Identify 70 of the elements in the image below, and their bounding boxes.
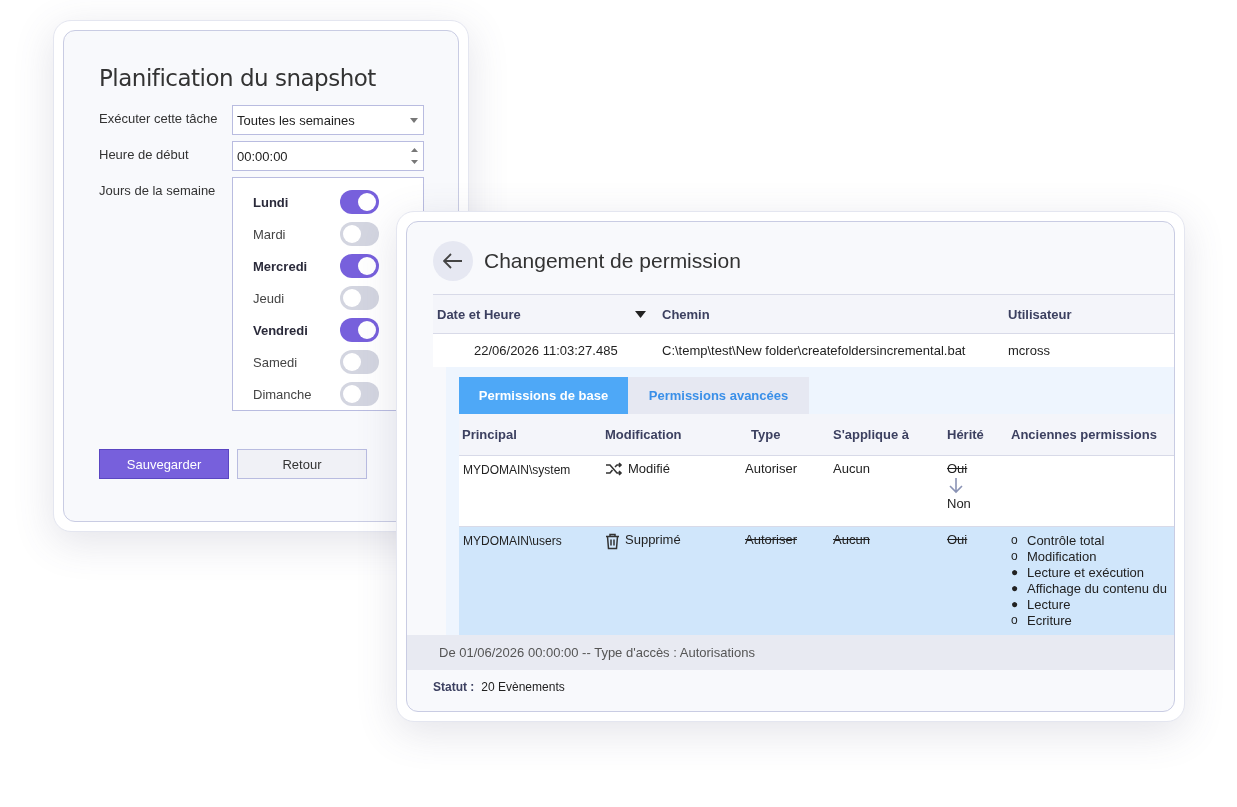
save-button[interactable]: Sauvegarder bbox=[99, 449, 229, 479]
field-label: Jours de la semaine bbox=[99, 182, 217, 198]
permission-item: Ecriture bbox=[1027, 612, 1072, 628]
back-button[interactable]: Retour bbox=[237, 449, 367, 479]
back-arrow-icon bbox=[443, 253, 463, 269]
dropdown-caret-icon bbox=[410, 117, 418, 123]
permission-item: Lecture et exécution bbox=[1027, 564, 1145, 580]
day-label: Mercredi bbox=[253, 258, 309, 274]
table-cell: mcross bbox=[1008, 342, 1050, 358]
column-header[interactable]: Chemin bbox=[662, 306, 710, 322]
column-header: Type bbox=[751, 427, 781, 442]
table-cell: Autoriser bbox=[745, 532, 798, 547]
column-header: S'applique à bbox=[833, 427, 910, 442]
toggle-switch[interactable] bbox=[340, 318, 379, 342]
table-cell: MYDOMAIN\users bbox=[463, 534, 562, 548]
bullet-marker: o bbox=[1011, 613, 1019, 627]
column-header[interactable]: Date et Heure bbox=[437, 306, 521, 322]
permission-item: Contrôle total bbox=[1027, 532, 1105, 548]
table-cell: MYDOMAIN\system bbox=[463, 463, 571, 477]
permission-item: Affichage du contenu du bbox=[1027, 580, 1167, 596]
field-label: Exécuter cette tâche bbox=[99, 110, 219, 126]
dialog-title: Planification du snapshot bbox=[99, 65, 377, 91]
column-header: Anciennes permissions bbox=[1011, 427, 1157, 442]
toggle-switch[interactable] bbox=[340, 254, 379, 278]
table-cell: Supprimé bbox=[625, 532, 681, 547]
bullet-marker: o bbox=[1011, 549, 1019, 563]
shuffle-icon bbox=[605, 462, 623, 476]
bullet-marker: ● bbox=[1011, 565, 1019, 579]
sort-caret-icon[interactable] bbox=[635, 310, 646, 318]
table-cell: Autoriser bbox=[745, 461, 798, 476]
frequency-dropdown[interactable]: Toutes les semaines bbox=[232, 105, 424, 135]
day-label: Dimanche bbox=[253, 386, 313, 402]
toggle-switch[interactable] bbox=[340, 382, 379, 406]
column-header: Hérité bbox=[947, 427, 984, 442]
permission-row[interactable]: MYDOMAIN\users Supprimé Autoriser Aucun Oui o Contrôle total o Modification ● Lecture et exécution ● Affichage du contenu du ● Lecture o Ecriture bbox=[459, 527, 1174, 635]
panel-title: Changement de permission bbox=[484, 249, 741, 273]
old-value: Oui bbox=[947, 532, 968, 547]
toggle-switch[interactable] bbox=[340, 222, 379, 246]
bullet-marker: ● bbox=[1011, 597, 1019, 611]
day-label: Samedi bbox=[253, 354, 299, 370]
toggle-switch[interactable] bbox=[340, 286, 379, 310]
column-header[interactable]: Utilisateur bbox=[1008, 306, 1072, 322]
back-button[interactable] bbox=[433, 241, 473, 281]
column-header: Principal bbox=[462, 427, 517, 442]
new-value: Non bbox=[947, 496, 971, 511]
toggle-switch[interactable] bbox=[340, 190, 379, 214]
old-value: Oui bbox=[947, 461, 968, 476]
table-cell: Modifié bbox=[628, 461, 670, 476]
table-cell: 22/06/2026 11:03:27.485 bbox=[474, 342, 618, 358]
toggle-switch[interactable] bbox=[340, 350, 379, 374]
spinner-arrows-icon bbox=[411, 147, 418, 165]
trash-icon bbox=[605, 533, 620, 550]
filter-text: De 01/06/2026 00:00:00 -- Type d'accès : Autorisations bbox=[439, 645, 755, 660]
time-spinner-field[interactable]: 00:00:00 bbox=[232, 141, 424, 171]
table-cell: Aucun bbox=[833, 532, 870, 547]
status-value: 20 Evènements bbox=[481, 680, 565, 694]
permission-item: Lecture bbox=[1027, 596, 1071, 612]
day-label: Lundi bbox=[253, 194, 290, 210]
column-header: Modification bbox=[605, 427, 682, 442]
day-label: Jeudi bbox=[253, 290, 286, 306]
table-cell: Aucun bbox=[833, 461, 870, 476]
field-label: Heure de début bbox=[99, 146, 190, 162]
bullet-marker: ● bbox=[1011, 581, 1019, 595]
down-arrow-icon bbox=[949, 478, 963, 494]
permission-item: Modification bbox=[1027, 548, 1097, 564]
day-label: Mardi bbox=[253, 226, 287, 242]
day-label: Vendredi bbox=[253, 322, 309, 338]
table-cell: C:\temp\test\New folder\createfoldersincremental.bat bbox=[662, 342, 966, 358]
status-label: Statut : bbox=[433, 680, 475, 694]
bullet-marker: o bbox=[1011, 533, 1019, 547]
